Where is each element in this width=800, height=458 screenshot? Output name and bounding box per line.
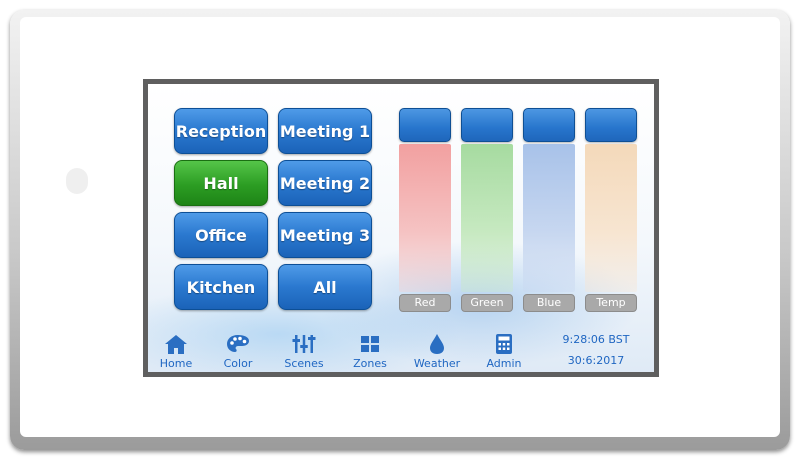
- zone-button-office[interactable]: Office: [174, 212, 268, 258]
- slider-label-red: Red: [399, 294, 451, 312]
- grid-icon: [361, 336, 379, 352]
- slider-handle[interactable]: [523, 108, 575, 142]
- clock-time: 9:28:06 BST: [562, 333, 630, 346]
- slider-track-red[interactable]: [399, 144, 451, 292]
- zone-button-meeting-1[interactable]: Meeting 1: [278, 108, 372, 154]
- slider-blue[interactable]: [523, 108, 575, 308]
- nav-scenes[interactable]: Scenes: [276, 333, 332, 370]
- nav-zones-label: Zones: [353, 357, 387, 370]
- nav-weather[interactable]: Weather: [406, 333, 468, 370]
- slider-handle[interactable]: [399, 108, 451, 142]
- slider-handle[interactable]: [461, 108, 513, 142]
- nav-scenes-label: Scenes: [284, 357, 324, 370]
- palette-icon: [227, 335, 249, 352]
- nav-zones[interactable]: Zones: [344, 333, 396, 370]
- zone-button-kitchen[interactable]: Kitchen: [174, 264, 268, 310]
- touch-screen: Reception Meeting 1 Hall Meeting 2 Offic…: [143, 79, 659, 377]
- nav-color[interactable]: Color: [214, 333, 262, 370]
- clock-date: 30:6:2017: [567, 354, 625, 367]
- bezel-highlight: [66, 168, 88, 194]
- nav-admin[interactable]: Admin: [478, 333, 530, 370]
- screen-content: Reception Meeting 1 Hall Meeting 2 Offic…: [148, 84, 654, 372]
- droplet-icon: [430, 334, 444, 354]
- slider-track-green[interactable]: [461, 144, 513, 292]
- sliders-icon: [292, 335, 316, 353]
- nav-home[interactable]: Home: [152, 333, 200, 370]
- slider-green[interactable]: [461, 108, 513, 308]
- slider-temp[interactable]: [585, 108, 637, 308]
- nav-color-label: Color: [223, 357, 253, 370]
- slider-track-temp[interactable]: [585, 144, 637, 292]
- zone-button-meeting-2[interactable]: Meeting 2: [278, 160, 372, 206]
- slider-handle[interactable]: [585, 108, 637, 142]
- slider-track-blue[interactable]: [523, 144, 575, 292]
- slider-label-green: Green: [461, 294, 513, 312]
- zone-button-meeting-3[interactable]: Meeting 3: [278, 212, 372, 258]
- slider-label-blue: Blue: [523, 294, 575, 312]
- nav-admin-label: Admin: [486, 357, 522, 370]
- nav-weather-label: Weather: [413, 357, 461, 370]
- nav-home-label: Home: [159, 357, 193, 370]
- calculator-icon: [496, 334, 512, 354]
- zone-button-all[interactable]: All: [278, 264, 372, 310]
- slider-label-temp: Temp: [585, 294, 637, 312]
- zone-button-hall[interactable]: Hall: [174, 160, 268, 206]
- slider-red[interactable]: [399, 108, 451, 308]
- home-icon: [165, 335, 187, 354]
- zone-button-reception[interactable]: Reception: [174, 108, 268, 154]
